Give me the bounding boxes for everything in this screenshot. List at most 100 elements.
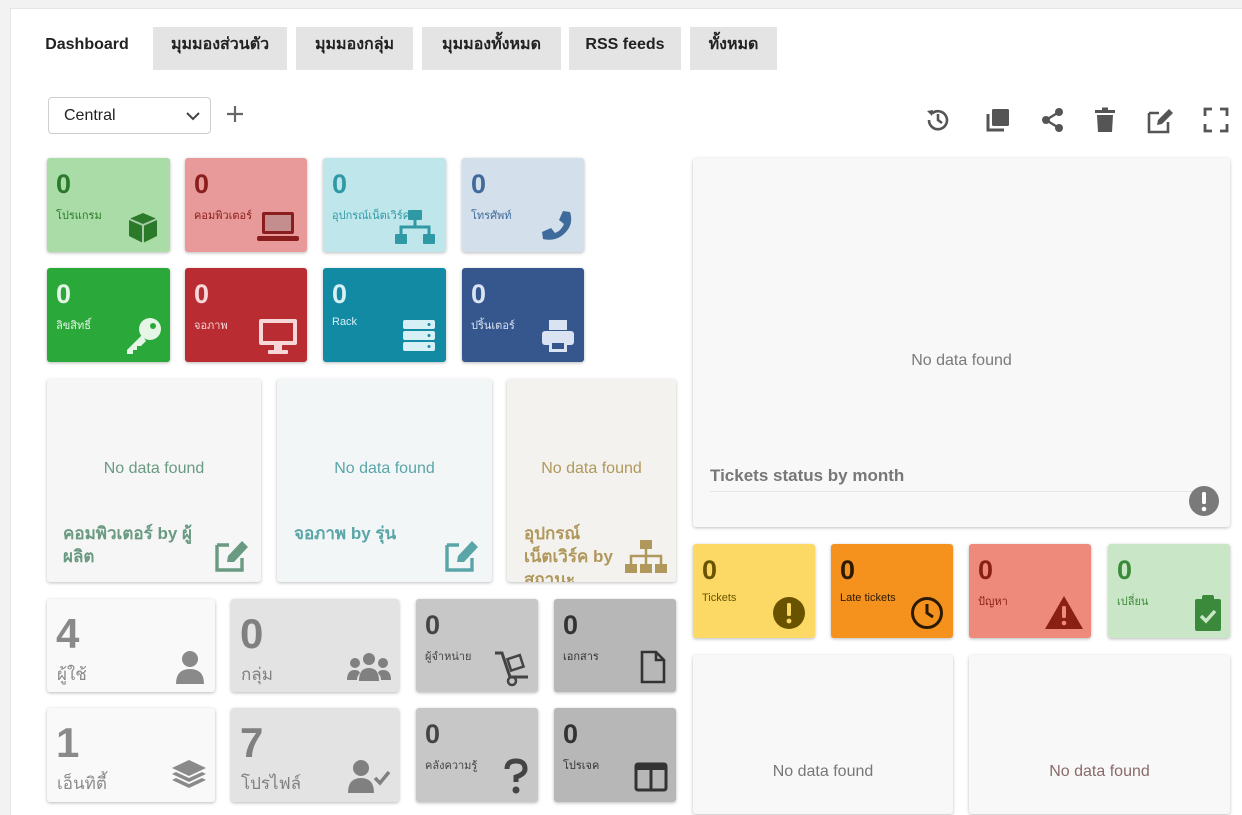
tab-all[interactable]: ทั้งหมด: [690, 27, 777, 70]
dashboard-select[interactable]: Central: [48, 97, 211, 134]
counter-profiles[interactable]: 7 โปรไฟล์: [231, 708, 399, 802]
printer-icon: [542, 320, 574, 352]
share-button[interactable]: [1038, 105, 1068, 135]
laptop-icon: [257, 212, 299, 241]
widget-bottom-left: No data found: [693, 655, 953, 814]
monitor-icon: [259, 319, 297, 354]
counter-tickets[interactable]: 0 Tickets: [693, 544, 815, 638]
fullscreen-button[interactable]: [1201, 105, 1231, 135]
no-data-text: No data found: [334, 460, 435, 477]
counter-value: 0: [332, 169, 348, 199]
clone-button[interactable]: [983, 105, 1013, 135]
counter-value: 0: [56, 169, 72, 199]
server-icon: [403, 320, 435, 351]
counter-software[interactable]: 0 โปรแกรม: [47, 158, 170, 252]
exclamation-circle-icon: [1189, 486, 1219, 516]
add-dashboard-icon[interactable]: [224, 103, 246, 125]
widget-computers-by-manufacturer: No data found คอมพิวเตอร์ by ผู้ผลิต: [47, 379, 261, 582]
tab-personal-view[interactable]: มุมมองส่วนตัว: [153, 27, 287, 70]
widget-bottom-right: No data found: [969, 655, 1230, 814]
tab-dashboard[interactable]: Dashboard: [28, 27, 146, 70]
counter-late-tickets[interactable]: 0 Late tickets: [831, 544, 953, 638]
counter-value: 0: [425, 610, 441, 640]
widget-title: อุปกรณ์เน็ตเวิร์ค by สถานะ: [524, 524, 613, 582]
network-icon: [395, 210, 435, 244]
widget-title: คอมพิวเตอร์ by ผู้ผลิต: [63, 524, 192, 566]
counter-phone[interactable]: 0 โทรศัพท์: [462, 158, 584, 252]
counter-label: Rack: [332, 316, 358, 328]
no-data-text: No data found: [1049, 763, 1150, 780]
counter-value: 0: [978, 555, 994, 585]
counter-value: 0: [1117, 555, 1133, 585]
warning-icon: [1045, 596, 1083, 629]
counter-value: 0: [840, 555, 856, 585]
widget-monitors-by-model: No data found จอภาพ by รุ่น: [277, 379, 492, 582]
tab-group-view[interactable]: มุมมองกลุ่ม: [296, 27, 413, 70]
chevron-down-icon: [186, 112, 200, 121]
tab-rss-feeds[interactable]: RSS feeds: [569, 27, 681, 70]
layers-icon: [172, 760, 206, 788]
counter-value: 0: [332, 279, 348, 309]
file-icon: [640, 650, 666, 684]
counter-entities[interactable]: 1 เอ็นทิตี้: [47, 708, 215, 802]
delete-button[interactable]: [1090, 105, 1120, 135]
counter-value: 4: [56, 610, 80, 657]
counter-value: 0: [471, 169, 487, 199]
counter-users[interactable]: 4 ผู้ใช้: [47, 599, 215, 692]
counter-printer[interactable]: 0 ปริ้นเตอร์: [462, 268, 584, 362]
counter-label: Tickets: [702, 592, 737, 604]
counter-monitor[interactable]: 0 จอภาพ: [185, 268, 307, 362]
counter-license[interactable]: 0 ลิขสิทธิ์: [47, 268, 170, 362]
counter-documents[interactable]: 0 เอกสาร: [554, 599, 676, 692]
counter-label: เอกสาร: [563, 651, 599, 663]
question-icon: [504, 758, 528, 794]
counter-label: ผู้ใช้: [57, 665, 87, 684]
counter-value: 0: [194, 279, 210, 309]
clock-icon: [911, 597, 943, 629]
counter-changes[interactable]: 0 เปลี่ยน: [1108, 544, 1230, 638]
edit-button[interactable]: [1145, 105, 1175, 135]
counter-rack[interactable]: 0 Rack: [323, 268, 446, 362]
counter-value: 0: [702, 555, 718, 585]
users-icon: [347, 653, 391, 681]
counter-suppliers[interactable]: 0 ผู้จำหน่าย: [416, 599, 538, 692]
edit-icon[interactable]: [214, 537, 252, 573]
counter-label: Late tickets: [840, 592, 896, 604]
counter-label: กลุ่ม: [241, 665, 273, 684]
tab-global-view[interactable]: มุมมองทั้งหมด: [422, 27, 561, 70]
no-data-text: No data found: [541, 460, 642, 477]
counter-label: คอมพิวเตอร์: [194, 210, 253, 222]
no-data-text: No data found: [103, 460, 205, 477]
counter-label: เปลี่ยน: [1117, 596, 1149, 608]
key-icon: [127, 318, 161, 354]
counter-label: ลิขสิทธิ์: [56, 320, 91, 332]
counter-value: 0: [563, 610, 579, 640]
counter-groups[interactable]: 0 กลุ่ม: [231, 599, 399, 692]
dolly-icon: [495, 651, 528, 687]
counter-label: โปรแกรม: [56, 210, 102, 222]
counter-knowledge-base[interactable]: 0 คลังความรู้: [416, 708, 538, 802]
no-data-text: No data found: [772, 763, 874, 780]
counter-value: 0: [563, 719, 579, 749]
sitemap-icon: [625, 540, 667, 573]
clone-icon: [986, 109, 1009, 132]
edit-icon[interactable]: [444, 537, 482, 573]
delete-icon: [1095, 107, 1115, 132]
counter-value: 0: [56, 279, 72, 309]
counter-value: 0: [194, 169, 210, 199]
counter-projects[interactable]: 0 โปรเจค: [554, 708, 676, 802]
history-button[interactable]: [923, 105, 953, 135]
phone-icon: [542, 211, 572, 240]
widget-tickets-status-by-month: No data found Tickets status by month: [693, 158, 1230, 527]
no-data-text: No data found: [911, 352, 1012, 369]
counter-label: ผู้จำหน่าย: [425, 651, 472, 663]
counter-label: คลังความรู้: [425, 760, 478, 772]
user-check-icon: [348, 760, 391, 793]
widget-title: จอภาพ by รุ่น: [294, 524, 397, 543]
counter-computer[interactable]: 0 คอมพิวเตอร์: [185, 158, 307, 252]
counter-value: 1: [56, 719, 80, 766]
cube-icon: [128, 213, 158, 243]
counter-network[interactable]: 0 อุปกรณ์เน็ตเวิร์ค: [323, 158, 446, 252]
counter-value: 0: [425, 719, 441, 749]
counter-problems[interactable]: 0 ปัญหา: [969, 544, 1091, 638]
